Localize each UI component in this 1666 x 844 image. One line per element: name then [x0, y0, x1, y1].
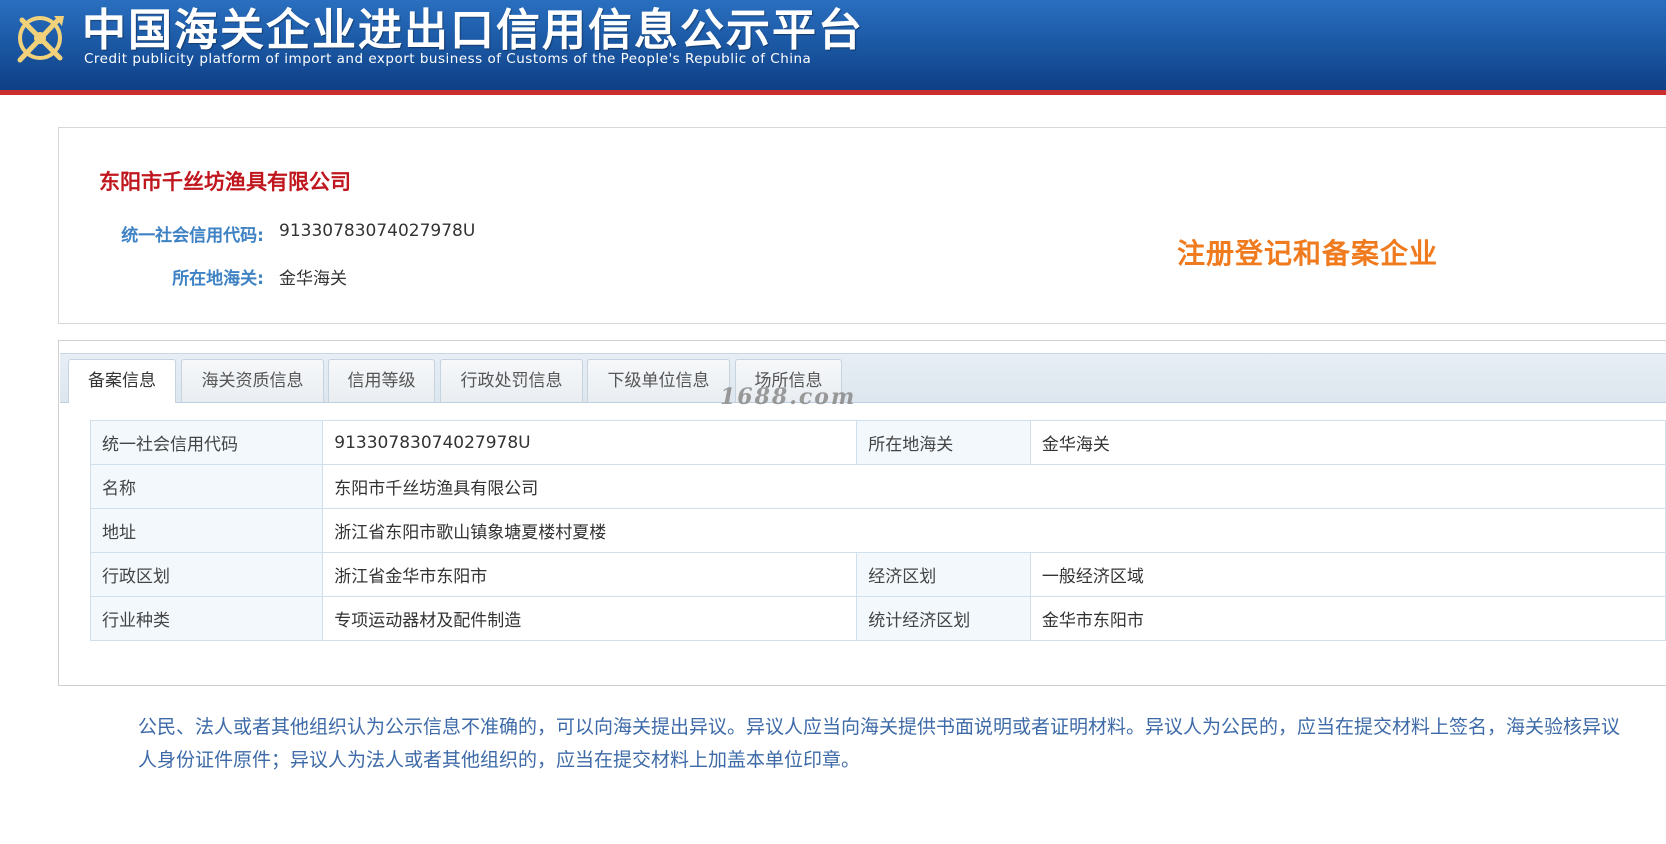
row-label: 所在地海关 [856, 420, 1031, 465]
table-row: 行政区划 浙江省金华市东阳市 经济区划 一般经济区域 [89, 552, 1666, 597]
credit-code-value: 91330783074027978U [279, 221, 476, 241]
tab-credit-rating[interactable]: 信用等级 [328, 359, 435, 402]
header-divider [0, 90, 1666, 95]
row-value: 专项运动器材及配件制造 [322, 596, 858, 641]
row-label: 名称 [89, 464, 324, 509]
customs-emblem-icon [17, 16, 64, 63]
status-stamp: 注册登记和备案企业 [1177, 237, 1439, 270]
row-label: 行业种类 [89, 596, 324, 641]
customs-value: 金华海关 [279, 269, 347, 289]
watermark: 1688.com [720, 384, 857, 410]
row-value: 浙江省金华市东阳市 [322, 552, 858, 597]
row-label: 经济区划 [856, 552, 1031, 597]
objection-notice: 公民、法人或者其他组织认为公示信息不准确的，可以向海关提出异议。异议人应当向海关… [138, 716, 1621, 771]
table-row: 地址 浙江省东阳市歌山镇象塘夏楼村夏楼 [89, 508, 1666, 553]
customs-label: 所在地海关: [172, 269, 264, 289]
row-value: 91330783074027978U [322, 420, 858, 465]
row-label: 统计经济区划 [856, 596, 1031, 641]
company-name: 东阳市千丝坊渔具有限公司 [99, 170, 351, 194]
tab-subordinate-units[interactable]: 下级单位信息 [587, 359, 730, 402]
row-value: 金华市东阳市 [1029, 596, 1666, 641]
row-label: 地址 [89, 508, 324, 553]
row-label: 统一社会信用代码 [89, 420, 324, 465]
table-row: 名称 东阳市千丝坊渔具有限公司 [89, 464, 1666, 509]
filing-info-table: 统一社会信用代码 91330783074027978U 所在地海关 金华海关 名… [89, 420, 1666, 641]
tab-administrative-penalty[interactable]: 行政处罚信息 [440, 359, 583, 402]
company-summary: 东阳市千丝坊渔具有限公司 统一社会信用代码: 91330783074027978… [58, 127, 1666, 324]
tab-customs-qualification[interactable]: 海关资质信息 [181, 359, 324, 402]
row-label: 行政区划 [89, 552, 324, 597]
site-subtitle: Credit publicity platform of import and … [84, 51, 812, 67]
site-header: 中国海关企业进出口信用信息公示平台 Credit publicity platf… [0, 0, 1666, 90]
site-title: 中国海关企业进出口信用信息公示平台 [82, 5, 864, 56]
tab-filing-info[interactable]: 备案信息 [68, 359, 176, 403]
row-value: 浙江省东阳市歌山镇象塘夏楼村夏楼 [322, 508, 1666, 553]
table-row: 行业种类 专项运动器材及配件制造 统计经济区划 金华市东阳市 [89, 596, 1666, 641]
credit-code-label: 统一社会信用代码: [121, 226, 264, 246]
row-value: 一般经济区域 [1029, 552, 1666, 597]
row-value: 东阳市千丝坊渔具有限公司 [322, 464, 1666, 509]
row-value: 金华海关 [1029, 420, 1666, 465]
table-row: 统一社会信用代码 91330783074027978U 所在地海关 金华海关 [89, 420, 1666, 465]
